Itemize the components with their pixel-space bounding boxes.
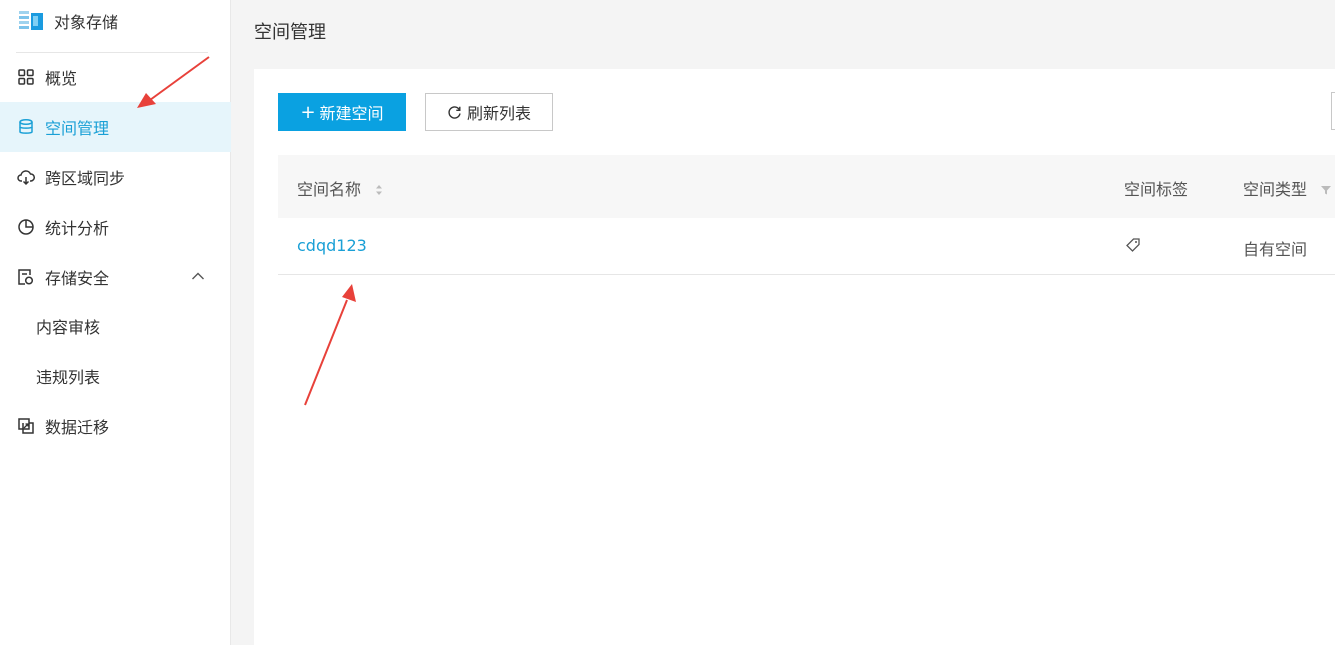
column-header-space-tag: 空间标签 [1124,180,1189,199]
brand: 对象存储 [0,0,231,44]
database-icon [19,118,33,134]
shield-doc-icon [18,269,34,285]
chevron-up-icon[interactable] [191,271,205,281]
column-header-space-name[interactable]: 空间名称 [297,176,384,200]
new-space-button[interactable]: + 新建空间 [278,93,406,131]
column-header-label: 空间类型 [1243,180,1308,199]
space-type-value: 自有空间 [1243,240,1308,259]
sidebar-item-data-migration[interactable]: 数据迁移 [0,401,231,451]
sidebar-item-cross-region-sync[interactable]: 跨区域同步 [0,152,231,202]
sidebar-item-label: 统计分析 [45,219,110,238]
column-header-space-type[interactable]: 空间类型 [1243,176,1332,200]
sidebar-item-label: 数据迁移 [45,418,110,437]
sidebar-item-label: 概览 [45,69,78,88]
pie-chart-icon [18,219,34,235]
sidebar-item-label: 违规列表 [36,368,101,387]
sidebar-item-overview[interactable]: 概览 [0,52,231,102]
sidebar-item-statistics[interactable]: 统计分析 [0,202,231,252]
cloud-sync-icon [17,170,35,186]
sidebar-item-content-review[interactable]: 内容审核 [0,301,231,351]
migrate-icon [18,418,34,434]
table-header: 空间名称 空间标签 空间类型 [278,155,1335,218]
new-space-label: 新建空间 [319,104,384,123]
sidebar-item-label: 跨区域同步 [45,169,126,188]
sort-icon[interactable] [374,183,384,197]
search-box-edge[interactable] [1331,92,1335,130]
plus-icon: + [300,101,316,123]
sidebar-item-label: 空间管理 [45,119,110,138]
main-panel: + 新建空间 刷新列表 空间名称 空间标签 空间类型 cdqd123 自有空间 [254,69,1335,645]
object-storage-logo-icon [19,11,43,30]
sidebar-item-space-management[interactable]: 空间管理 [0,102,231,152]
sidebar-item-label: 内容审核 [36,318,101,337]
column-header-label: 空间名称 [297,180,362,199]
sidebar: 对象存储 概览 空间管理 跨区域同步 统计分析 存储安全 内容审核 违规列表 数… [0,0,231,645]
page-title: 空间管理 [254,22,326,43]
filter-icon[interactable] [1320,184,1332,196]
sidebar-item-label: 存储安全 [45,269,110,288]
grid-icon [18,69,34,85]
sidebar-item-storage-security[interactable]: 存储安全 [0,252,231,302]
space-name-link[interactable]: cdqd123 [297,236,367,255]
table-row: cdqd123 自有空间 [278,218,1335,275]
refresh-list-label: 刷新列表 [466,104,531,123]
brand-title: 对象存储 [54,13,119,32]
refresh-list-button[interactable]: 刷新列表 [425,93,553,131]
sidebar-item-violation-list[interactable]: 违规列表 [0,351,231,401]
tag-icon[interactable] [1125,237,1141,253]
refresh-icon [448,105,461,119]
